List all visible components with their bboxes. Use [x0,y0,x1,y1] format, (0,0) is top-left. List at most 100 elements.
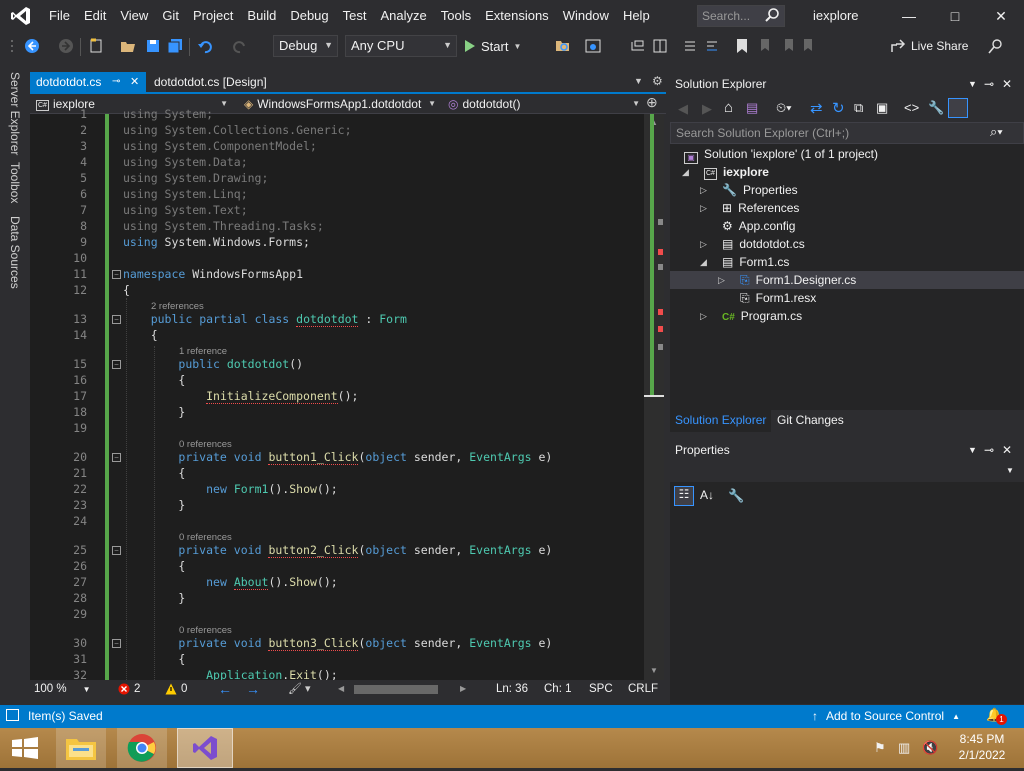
scroll-thumb[interactable] [644,395,664,397]
menu-edit[interactable]: Edit [77,0,113,32]
menu-help[interactable]: Help [616,0,657,32]
line-ending-indicator[interactable]: CRLF [628,683,658,695]
action-center-flag-icon[interactable]: ⚑ [874,740,886,756]
tree-item-form1-cs[interactable]: ▤ Form1.cs [722,253,789,271]
code-line[interactable]: new About().Show(); [123,574,338,590]
refresh-icon[interactable]: ↻ [832,99,845,117]
tab-dotdotdot-design[interactable]: dotdotdot.cs [Design] [148,72,298,92]
tree-item-dotdotdot-cs[interactable]: ▤ dotdotdot.cs [722,235,805,253]
tree-item-program-cs[interactable]: C# Program.cs [722,307,802,325]
comment-lines-icon[interactable] [682,38,698,54]
code-line[interactable]: using System.Data; [123,154,248,170]
code-line[interactable]: public partial class dotdotdot : Form [123,311,407,327]
code-line[interactable]: using System; [123,106,213,122]
collapse-region-icon[interactable]: − [112,639,121,648]
minimize-button[interactable]: — [886,0,932,32]
collapse-all-icon[interactable]: ⧉ [854,100,863,116]
chrome-taskbar-icon[interactable] [117,728,167,768]
collapse-region-icon[interactable]: − [112,453,121,462]
menu-analyze[interactable]: Analyze [373,0,433,32]
server-explorer-tab[interactable]: Server Explorer [8,72,22,155]
whitespace-indicator[interactable]: SPC [589,683,613,695]
code-line[interactable]: Application.Exit(); [123,667,338,680]
navigate-back-icon[interactable] [24,38,40,54]
alphabetical-icon[interactable]: A↓ [700,488,714,502]
navigate-forward-icon[interactable] [58,38,74,54]
search-icon[interactable] [764,7,780,23]
tab-solution-explorer[interactable]: Solution Explorer [670,410,772,432]
collapse-region-icon[interactable]: − [112,360,121,369]
code-line[interactable]: { [123,327,158,343]
properties-wrench-icon[interactable]: 🔧 [928,100,944,116]
object-selector-dropdown[interactable]: ▼ [670,462,1024,482]
start-debugging-button[interactable]: Start ▼ [464,36,521,56]
collapse-region-icon[interactable]: − [112,270,121,279]
code-line[interactable]: using System.Drawing; [123,170,268,186]
uncomment-lines-icon[interactable] [704,38,720,54]
collapse-region-icon[interactable]: − [112,546,121,555]
scroll-down-icon[interactable]: ▼ [650,666,658,675]
data-sources-tab[interactable]: Data Sources [8,216,22,289]
visual-studio-taskbar-icon[interactable] [177,728,233,768]
collapsed-arrow-icon[interactable]: ▷ [700,311,707,322]
editor-vertical-scrollbar[interactable]: ▲ ▼ [644,114,664,680]
tree-item-app-config[interactable]: ⚙ App.config [722,217,795,235]
code-line[interactable]: public dotdotdot() [123,356,303,372]
open-folder-icon[interactable] [120,38,136,54]
search-icon[interactable]: ⌕▾ [990,124,1003,140]
categorized-icon[interactable]: ☷ [674,486,694,506]
code-line[interactable]: using System.Text; [123,202,248,218]
pending-changes-icon[interactable]: ⏲▾ [776,100,792,116]
prev-issue-icon[interactable]: ← [218,681,232,697]
code-line[interactable]: using System.Collections.Generic; [123,122,352,138]
bookmark-icon[interactable] [734,38,750,54]
menu-view[interactable]: View [113,0,155,32]
code-line[interactable]: private void button1_Click(object sender… [123,449,552,465]
home-icon[interactable]: ⌂ [724,99,733,116]
add-to-source-control-button[interactable]: ↑ Add to Source Control ▲ [812,709,960,725]
live-share-button[interactable]: Live Share [890,38,968,54]
find-in-files-icon[interactable] [555,38,571,54]
tree-item-form1-resx[interactable]: ⎘ Form1.resx [740,289,816,307]
project-node[interactable]: C# iexplore [704,163,769,181]
collapsed-arrow-icon[interactable]: ▷ [718,275,725,286]
step-icon[interactable] [630,38,646,54]
collapsed-arrow-icon[interactable]: ▷ [700,203,707,214]
menu-extensions[interactable]: Extensions [478,0,556,32]
scroll-left-icon[interactable]: ◀ [338,684,344,693]
save-icon[interactable] [145,38,161,54]
redo-icon[interactable] [232,38,248,54]
warning-count[interactable]: 0 [165,683,187,695]
configuration-dropdown[interactable]: Debug ▼ [273,35,338,57]
horizontal-scroll-thumb[interactable] [354,685,438,694]
panel-menu-icon[interactable]: ▼ [968,72,977,96]
tab-git-changes[interactable]: Git Changes [773,410,848,430]
error-count[interactable]: 2 [118,683,140,695]
forward-icon[interactable]: ▶ [702,101,712,117]
expanded-arrow-icon[interactable]: ◢ [682,167,689,178]
code-line[interactable]: using System.Windows.Forms; [123,234,310,250]
close-tab-icon[interactable]: ✕ [130,72,139,92]
windows-start-icon[interactable] [12,737,38,762]
browser-link-icon[interactable] [585,38,601,54]
code-line[interactable]: InitializeComponent(); [123,388,358,404]
toggle-panels-icon[interactable] [652,38,668,54]
toolbox-tab[interactable]: Toolbox [8,162,22,203]
sync-icon[interactable]: ⇄ [810,99,823,117]
tab-dotdotdot-cs[interactable]: dotdotdot.cs ⊸ ✕ [30,72,146,92]
pin-icon[interactable]: ⊸ [984,72,994,96]
next-issue-icon[interactable]: → [246,681,260,697]
visual-studio-logo-icon[interactable] [0,0,42,32]
code-line[interactable]: namespace WindowsFormsApp1 [123,266,303,282]
gear-icon[interactable]: ⚙ [652,74,663,88]
view-code-icon[interactable]: <> [904,100,919,115]
property-pages-icon[interactable]: 🔧 [728,488,744,504]
close-button[interactable]: ✕ [978,0,1024,32]
platform-dropdown[interactable]: Any CPU ▼ [345,35,457,57]
close-panel-icon[interactable]: ✕ [1002,72,1012,96]
tree-item-properties[interactable]: 🔧 Properties [722,181,798,199]
code-line[interactable]: private void button3_Click(object sender… [123,635,552,651]
undo-icon[interactable] [197,38,213,54]
collapsed-arrow-icon[interactable]: ▷ [700,239,707,250]
file-explorer-taskbar-icon[interactable] [56,728,106,768]
